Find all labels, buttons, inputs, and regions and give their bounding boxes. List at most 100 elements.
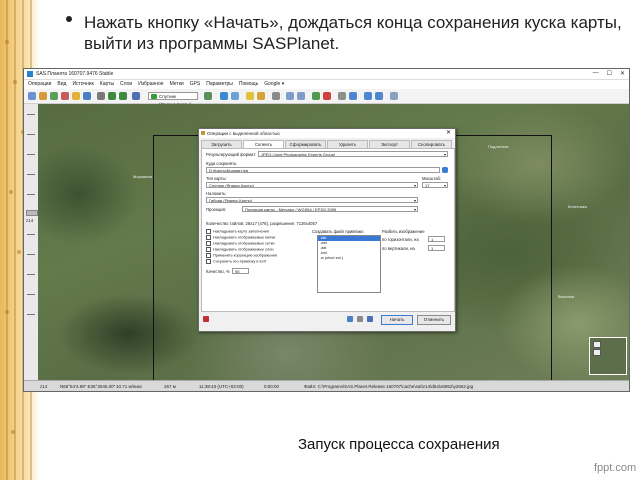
checkbox-marks[interactable]: Накладывать отображаемые метки (206, 235, 275, 241)
checkbox-box[interactable] (206, 247, 211, 252)
maximize-button[interactable]: ☐ (607, 70, 612, 77)
slide-bullet-text: Нажать кнопку «Начать», дождаться конца … (84, 13, 622, 53)
format-label: Результирующий формат: (206, 152, 257, 157)
browse-folder-icon[interactable] (442, 167, 448, 173)
zoom-out-icon[interactable] (119, 92, 127, 100)
split-horizontal-spinner[interactable]: 1 (428, 236, 445, 242)
checkbox-layers[interactable]: Накладывать отображаемые слои (206, 247, 274, 253)
projection-select[interactable]: Проекция карты - Mercator / WGS84 / EPSG… (242, 206, 418, 212)
dialog-close-button[interactable]: ✕ (446, 129, 451, 138)
checkbox-fill-map[interactable]: Накладывать карту заполнения (206, 229, 269, 235)
move-icon[interactable] (28, 92, 36, 100)
status-bar: z14 N66°54'4.89" E36°3045.00" 10.71 м/пи… (24, 380, 629, 391)
menu-maps[interactable]: Карты (100, 80, 114, 89)
checkbox-grids[interactable]: Накладывать отображаемые сетки (206, 241, 275, 247)
quality-spinner[interactable]: 95 (232, 268, 249, 274)
checkbox-label: Применить коррекцию изображения (213, 253, 277, 258)
map-source-combo[interactable]: Спутник (Яндекс.Карты) (148, 92, 198, 107)
pin-icon[interactable] (257, 92, 265, 100)
ruler-icon[interactable] (50, 92, 58, 100)
layers-icon[interactable] (97, 92, 105, 100)
zoom-slider-knob[interactable] (26, 210, 38, 216)
menu-settings[interactable]: Параметры (206, 80, 233, 89)
menu-source[interactable]: Источник (72, 80, 93, 89)
pin-icon[interactable] (203, 316, 209, 322)
checkbox-label: Накладывать отображаемые сетки (213, 241, 275, 246)
tab-delete[interactable]: Удалить (327, 140, 368, 148)
menu-google[interactable]: Google ▾ (264, 80, 284, 89)
polygon-icon[interactable] (61, 92, 69, 100)
tab-download[interactable]: Загрузить (201, 140, 242, 148)
format-select[interactable]: JPEG (Joint Photographic Experts Group) (258, 151, 448, 157)
mark-icon[interactable] (246, 92, 254, 100)
window-titlebar: SAS.Планета 160707.9476 Stable — ☐ ✕ (24, 69, 629, 80)
route-calc-icon[interactable] (375, 92, 383, 100)
settings-icon[interactable] (390, 92, 398, 100)
star-icon[interactable] (349, 92, 357, 100)
checkbox-image-correction[interactable]: Применить коррекцию изображения (206, 253, 277, 259)
split-horizontal-label: по горизонтали, на (382, 237, 419, 242)
layers-combo-icon[interactable] (204, 92, 212, 100)
status-scale: 10.71 м/пикс (116, 384, 143, 389)
map-type-select[interactable]: Спутник (Яндекс.Карты) (206, 182, 418, 188)
tiles-count-text: Количество тайлов: 28x17 (476), разрешен… (206, 221, 318, 226)
map-label-4: Выселки (558, 294, 574, 299)
menu-help[interactable]: Помощь (239, 80, 258, 89)
split-vertical-spinner[interactable]: 1 (428, 245, 445, 251)
save-icon[interactable] (132, 92, 140, 100)
gps-stop-icon[interactable] (323, 92, 331, 100)
checkbox-exif[interactable]: Сохранить гео-привязку в Exif (206, 259, 266, 265)
save-path-input[interactable]: D:\Карты\Браният.jpg (206, 167, 440, 173)
select-rect-icon[interactable] (39, 92, 47, 100)
menu-gps[interactable]: GPS (190, 80, 201, 89)
split-label: Разбить изображение (382, 229, 425, 234)
geo-files-list[interactable]: .tab .wld .dat .kml .w (short ext.) (317, 235, 381, 293)
gps-track-icon[interactable] (312, 92, 320, 100)
export-icon[interactable] (297, 92, 305, 100)
menu-bar: Операции Вид Источник Карты Слои Избранн… (24, 80, 629, 89)
checkbox-box[interactable] (206, 253, 211, 258)
slide-caption: Запуск процесса сохранения (298, 436, 500, 453)
globe-icon[interactable] (231, 92, 239, 100)
tab-export[interactable]: Экспорт (369, 140, 410, 148)
import-icon[interactable] (286, 92, 294, 100)
zoom-in-icon[interactable] (108, 92, 116, 100)
route-icon[interactable] (83, 92, 91, 100)
overlay-select[interactable]: Гибрид (Яндекс.Карты) (206, 197, 418, 203)
cancel-button[interactable]: Отменить (417, 315, 451, 325)
menu-operations[interactable]: Операции (28, 80, 51, 89)
tab-generate[interactable]: Сформировать (285, 140, 326, 148)
zoom-select[interactable]: 17 (422, 182, 448, 188)
pencil-icon[interactable] (72, 92, 80, 100)
tab-copy[interactable]: Скопировать (411, 140, 452, 148)
minimap[interactable] (589, 337, 627, 375)
map-type-label: Тип карты: (206, 176, 227, 181)
tab-stitch[interactable]: Склеить (243, 140, 284, 148)
geo-files-label: Создавать файл привязки: (312, 229, 364, 234)
paste-icon[interactable] (357, 316, 363, 322)
checkbox-box[interactable] (206, 229, 211, 234)
menu-layers[interactable]: Слои (120, 80, 132, 89)
menu-marks[interactable]: Метки (170, 80, 184, 89)
gps-icon[interactable] (220, 92, 228, 100)
save-icon[interactable] (367, 316, 373, 322)
checkbox-box[interactable] (206, 235, 211, 240)
checkbox-box[interactable] (206, 241, 211, 246)
arrow-icon[interactable] (364, 92, 372, 100)
link-icon[interactable] (347, 316, 353, 322)
minimap-minus-button[interactable] (593, 349, 601, 356)
list-item[interactable]: .w (short ext.) (318, 256, 380, 261)
center-icon[interactable] (338, 92, 346, 100)
menu-view[interactable]: Вид (57, 80, 66, 89)
minimize-button[interactable]: — (593, 70, 599, 77)
checkbox-label: Накладывать отображаемые метки (213, 235, 276, 240)
minimap-plus-button[interactable] (593, 341, 601, 348)
stitch-form: Результирующий формат: JPEG (Joint Photo… (201, 148, 455, 312)
start-button[interactable]: Начать (381, 315, 413, 325)
photo-icon[interactable] (272, 92, 280, 100)
close-button[interactable]: ✕ (620, 70, 625, 77)
checkbox-box[interactable] (206, 259, 211, 264)
menu-favorites[interactable]: Избранное (138, 80, 163, 89)
watermark: fppt.com (594, 462, 637, 474)
zoom-slider[interactable]: z14 (24, 104, 39, 380)
